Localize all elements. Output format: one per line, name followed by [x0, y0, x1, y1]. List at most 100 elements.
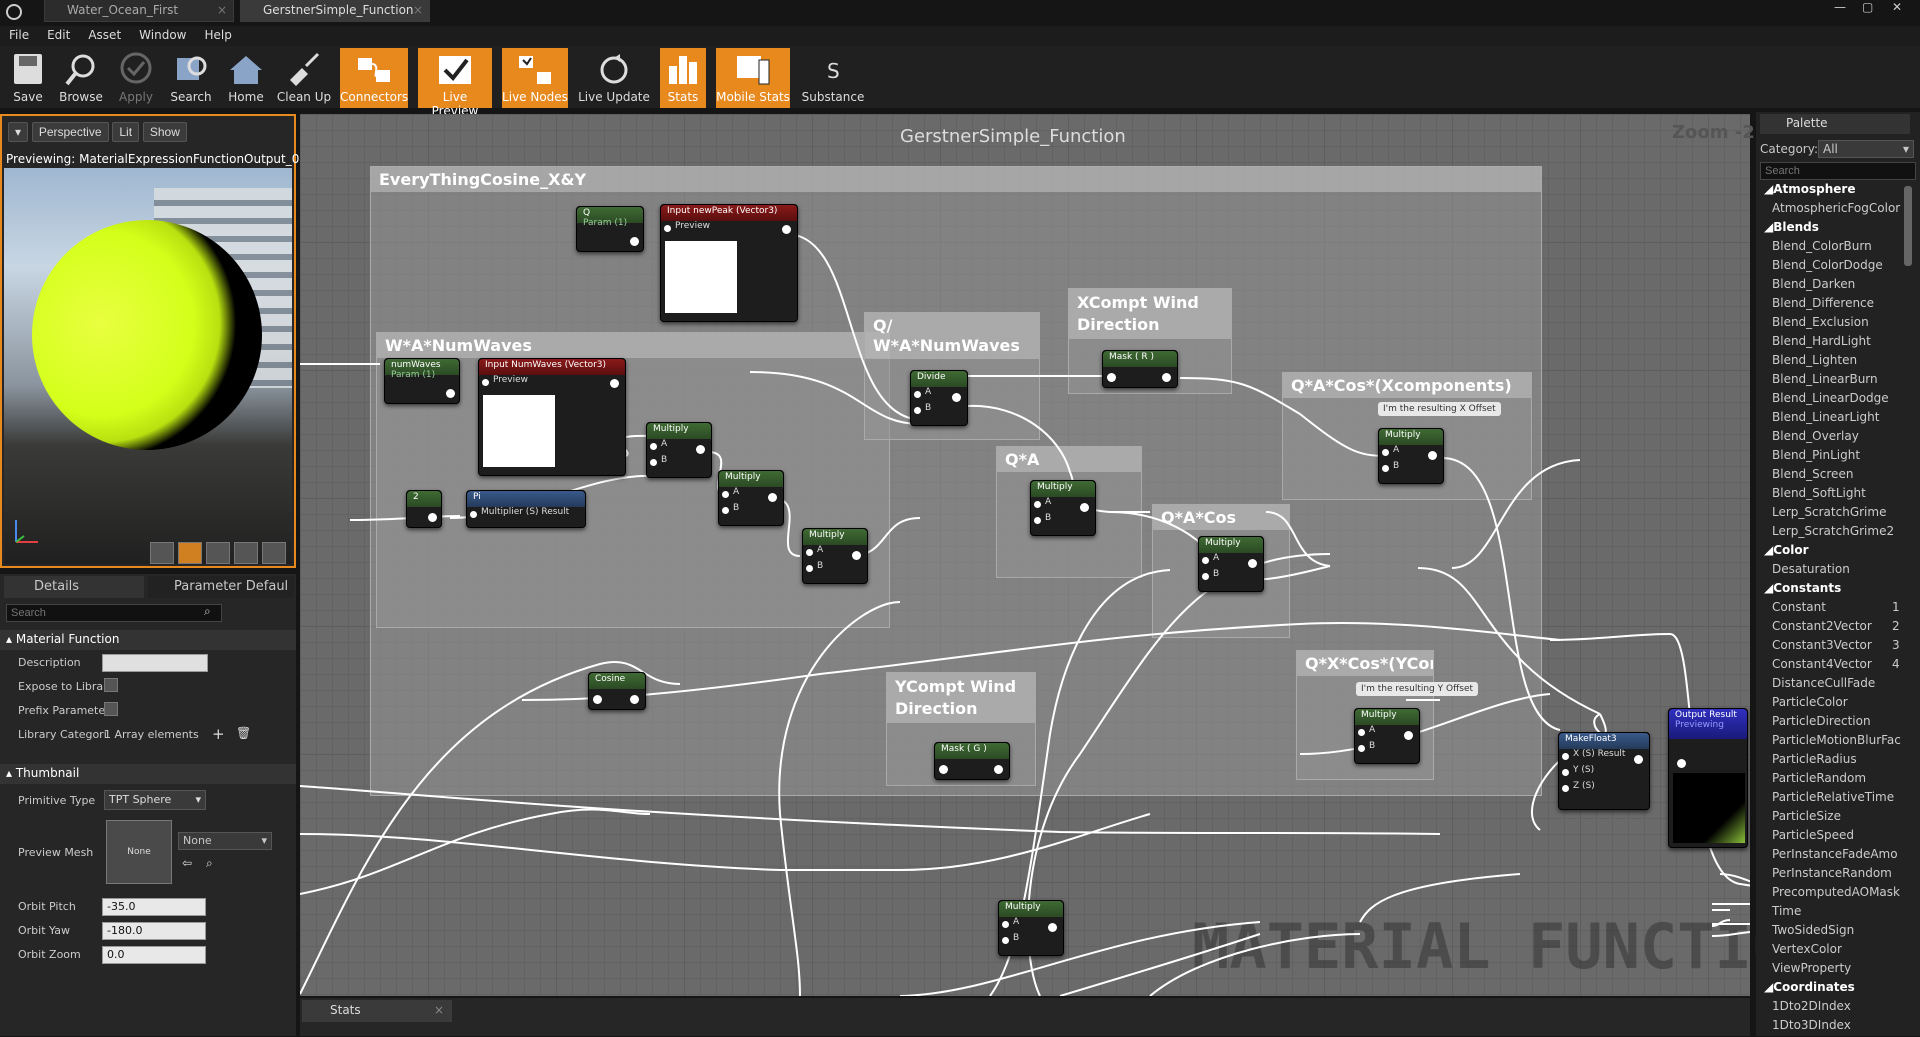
pin-b[interactable]: B: [1031, 513, 1095, 529]
output-pin[interactable]: [1048, 923, 1057, 932]
output-pin[interactable]: [630, 695, 639, 704]
browse-asset-icon[interactable]: ⌕: [206, 856, 213, 871]
palette-item[interactable]: 1Dto2DIndex: [1772, 999, 1851, 1018]
palette-item[interactable]: Lerp_ScratchGrime: [1772, 505, 1886, 524]
input-pin[interactable]: [593, 695, 602, 704]
palette-item[interactable]: Blend_Darken: [1772, 277, 1855, 296]
pin-b[interactable]: B: [1379, 461, 1443, 477]
palette-item[interactable]: Blend_LinearLight: [1772, 410, 1879, 429]
palette-item[interactable]: ParticleRelativeTime: [1772, 790, 1894, 809]
palette-item[interactable]: TwoSidedSign: [1772, 923, 1854, 942]
live-preview-button[interactable]: Live Preview: [418, 48, 492, 118]
save-button[interactable]: Save: [8, 48, 48, 108]
details-search-input[interactable]: [6, 604, 222, 622]
tab-parameter-defaults[interactable]: Parameter Defaul: [148, 576, 294, 598]
palette-item[interactable]: Constant: [1772, 600, 1826, 619]
description-field[interactable]: [102, 654, 208, 672]
output-pin[interactable]: [446, 389, 455, 398]
node-multiply-3[interactable]: Multiply A B: [802, 528, 868, 584]
output-pin[interactable]: [1080, 503, 1089, 512]
perspective-button[interactable]: Perspective: [31, 122, 109, 142]
expose-checkbox[interactable]: [104, 678, 118, 692]
node-output-result[interactable]: Output Result Previewing: [1668, 708, 1748, 848]
node-pi[interactable]: Pi Multiplier (S) Result: [466, 490, 586, 528]
palette-item[interactable]: VertexColor: [1772, 942, 1842, 961]
output-pin[interactable]: [852, 551, 861, 560]
palette-item[interactable]: Blend_LinearBurn: [1772, 372, 1878, 391]
input-pin[interactable]: [1677, 759, 1686, 768]
output-pin[interactable]: [696, 445, 705, 454]
palette-category[interactable]: ◢Blends: [1764, 220, 1819, 239]
node-input-numwaves[interactable]: Input NumWaves (Vector3) Preview: [478, 358, 626, 476]
input-pin[interactable]: [939, 765, 948, 774]
menu-window[interactable]: Window: [130, 26, 195, 42]
palette-item[interactable]: Blend_Difference: [1772, 296, 1874, 315]
pin-b[interactable]: B: [647, 455, 711, 471]
maximize-icon[interactable]: ▢: [1862, 0, 1873, 14]
palette-item[interactable]: Blend_ColorBurn: [1772, 239, 1872, 258]
menu-edit[interactable]: Edit: [38, 26, 79, 42]
section-material-function[interactable]: ▴ Material Function: [0, 630, 296, 650]
palette-item[interactable]: Blend_Exclusion: [1772, 315, 1869, 334]
pi-output-pin[interactable]: Multiplier (S) Result: [467, 507, 585, 523]
close-window-icon[interactable]: ✕: [1892, 0, 1902, 14]
node-constant-2[interactable]: 2: [406, 490, 442, 528]
category-select[interactable]: All ▾: [1818, 140, 1914, 158]
palette-item[interactable]: ParticleSize: [1772, 809, 1841, 828]
viewport-menu-button[interactable]: ▾: [8, 122, 28, 142]
pin-y[interactable]: Y (S): [1559, 765, 1649, 781]
yaw-field[interactable]: -180.0: [102, 922, 206, 940]
pitch-field[interactable]: -35.0: [102, 898, 206, 916]
palette-item[interactable]: ParticleSpeed: [1772, 828, 1854, 847]
palette-item[interactable]: DistanceCullFade: [1772, 676, 1875, 695]
minimize-icon[interactable]: —: [1834, 0, 1846, 14]
tab-water-ocean[interactable]: Water_Ocean_First ×: [44, 0, 234, 22]
preview-pin[interactable]: Preview: [661, 221, 797, 237]
palette-item[interactable]: PrecomputedAOMask: [1772, 885, 1900, 904]
node-mask-r[interactable]: Mask ( R ): [1102, 350, 1178, 388]
node-mask-g[interactable]: Mask ( G ): [934, 742, 1010, 780]
viewport-scene[interactable]: [4, 168, 292, 564]
palette-item[interactable]: Blend_PinLight: [1772, 448, 1860, 467]
mesh-select[interactable]: None ▾: [178, 832, 272, 850]
cleanup-button[interactable]: Clean Up: [276, 48, 332, 108]
pin-b[interactable]: B: [1199, 569, 1263, 585]
node-cosine[interactable]: Cosine: [588, 672, 646, 710]
node-multiply-y[interactable]: Multiply A B: [1354, 708, 1420, 764]
pin-b[interactable]: B: [911, 403, 967, 419]
palette-item[interactable]: Blend_HardLight: [1772, 334, 1871, 353]
pin-z[interactable]: Z (S): [1559, 781, 1649, 797]
mesh-thumbnail[interactable]: None: [106, 820, 172, 884]
palette-item[interactable]: Blend_Lighten: [1772, 353, 1857, 372]
palette-category[interactable]: ◢Coordinates: [1764, 980, 1855, 999]
palette-tab[interactable]: Palette: [1760, 114, 1910, 134]
output-pin[interactable]: [1248, 559, 1257, 568]
palette-item[interactable]: Constant3Vector: [1772, 638, 1872, 657]
node-multiply-qa[interactable]: Multiply A B: [1030, 480, 1096, 536]
node-input-newpeak[interactable]: Input newPeak (Vector3) Preview: [660, 204, 798, 322]
palette-item[interactable]: ParticleDirection: [1772, 714, 1871, 733]
output-pin[interactable]: [952, 393, 961, 402]
output-pin[interactable]: [768, 493, 777, 502]
node-param-numwaves[interactable]: numWaves Param (1): [384, 358, 460, 404]
node-multiply-x[interactable]: Multiply A B: [1378, 428, 1444, 484]
output-pin[interactable]: [630, 237, 639, 246]
cube-shape-icon[interactable]: [234, 542, 258, 564]
primitive-select[interactable]: TPT Sphere ▾: [104, 790, 206, 810]
palette-category[interactable]: ◢Color: [1764, 543, 1809, 562]
palette-category[interactable]: ◢Constants: [1764, 581, 1841, 600]
browse-button[interactable]: Browse: [56, 48, 106, 108]
use-selected-icon[interactable]: ⇦: [182, 856, 192, 870]
palette-item[interactable]: Constant4Vector: [1772, 657, 1872, 676]
palette-search-input[interactable]: [1760, 162, 1916, 180]
zoom-field[interactable]: 0.0: [102, 946, 206, 964]
lit-button[interactable]: Lit: [112, 122, 140, 142]
output-pin[interactable]: [1404, 731, 1413, 740]
palette-item[interactable]: Desaturation: [1772, 562, 1850, 581]
palette-item[interactable]: ParticleRandom: [1772, 771, 1866, 790]
delete-icon[interactable]: 🗑: [236, 726, 251, 740]
show-button[interactable]: Show: [142, 122, 187, 142]
output-pin[interactable]: [1634, 755, 1643, 764]
palette-item[interactable]: ParticleMotionBlurFac: [1772, 733, 1901, 752]
substance-button[interactable]: S Substance: [800, 48, 866, 108]
